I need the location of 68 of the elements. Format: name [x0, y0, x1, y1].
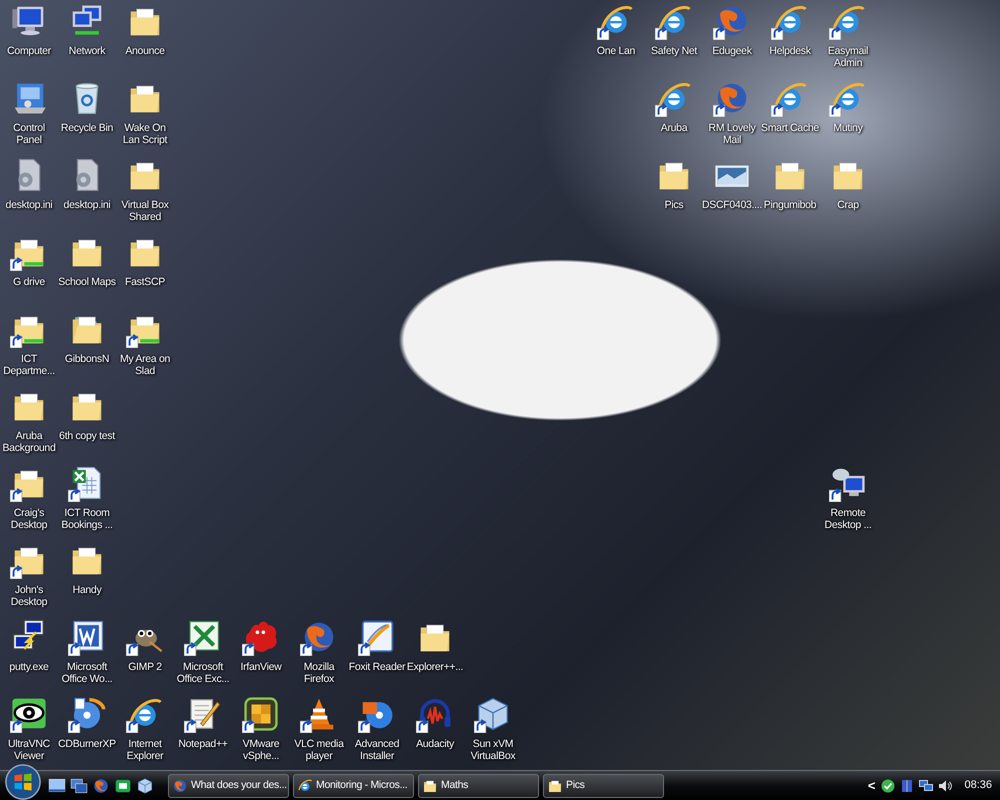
desktop-shortcut[interactable]: Microsoft Office Wo... [58, 618, 116, 685]
desktop-shortcut[interactable]: Aruba Background [0, 387, 58, 454]
desktop-shortcut[interactable]: CDBurnerXP [58, 695, 116, 750]
desktop-shortcut[interactable]: Explorer++... [406, 618, 464, 673]
internet-explorer-icon [297, 778, 313, 794]
switch-windows-icon[interactable] [70, 776, 88, 794]
desktop-shortcut[interactable]: desktop.ini [0, 156, 58, 211]
desktop-shortcut[interactable]: Aruba [645, 79, 703, 134]
desktop-shortcut[interactable]: ICT Departme... [0, 310, 58, 377]
desktop-shortcut[interactable]: Anounce [116, 2, 174, 57]
folder-icon [422, 778, 438, 794]
firefox-icon [172, 778, 188, 794]
desktop-shortcut[interactable]: GibbonsN [58, 310, 116, 365]
desktop-shortcut[interactable]: Edugeek [703, 2, 761, 57]
desktop-shortcut[interactable]: Recycle Bin [58, 79, 116, 134]
desktop-shortcut[interactable]: Sun xVM VirtualBox [464, 695, 522, 762]
speaker-icon[interactable] [937, 778, 954, 794]
desktop-shortcut[interactable]: Internet Explorer [116, 695, 174, 762]
cube-icon[interactable] [136, 776, 154, 794]
desktop-shortcut[interactable]: One Lan [587, 2, 645, 57]
show-desktop-icon[interactable] [48, 776, 66, 794]
desktop-shortcut[interactable]: IrfanView [232, 618, 290, 673]
desktop-shortcut[interactable]: John's Desktop [0, 541, 58, 608]
desktop-shortcut[interactable]: Notepad++ [174, 695, 232, 750]
desktop-shortcut[interactable]: ICT Room Bookings ... [58, 464, 116, 531]
desktop-shortcut[interactable]: Craig's Desktop [0, 464, 58, 531]
desktop-shortcut[interactable]: Audacity [406, 695, 464, 750]
desktop-shortcut[interactable]: Safety Net [645, 2, 703, 57]
desktop-shortcut[interactable]: Network [58, 2, 116, 57]
desktop-shortcut[interactable]: desktop.ini [58, 156, 116, 211]
desktop-shortcut[interactable]: GIMP 2 [116, 618, 174, 673]
desktop-shortcut[interactable]: VMware vSphe... [232, 695, 290, 762]
shield-icon[interactable] [880, 778, 896, 794]
desktop-shortcut[interactable]: DSCF0403.... [703, 156, 761, 211]
clock[interactable]: 08:36 [964, 777, 992, 794]
desktop-shortcut[interactable]: Helpdesk [761, 2, 819, 57]
taskbar-button[interactable]: Maths [418, 774, 539, 798]
taskbar-button[interactable]: What does your des... [168, 774, 289, 798]
desktop-shortcut[interactable]: Pics [645, 156, 703, 211]
desktop-shortcut[interactable]: My Area on Slad [116, 310, 174, 377]
desktop-shortcut[interactable]: Computer [0, 2, 58, 57]
desktop-shortcut[interactable]: Control Panel [0, 79, 58, 146]
desktop-shortcut[interactable]: Microsoft Office Exc... [174, 618, 232, 685]
folder-icon [547, 778, 563, 794]
desktop-shortcut[interactable]: Pingumibob [761, 156, 819, 211]
network-icon[interactable] [918, 778, 934, 794]
desktop-shortcut[interactable]: Mozilla Firefox [290, 618, 348, 685]
desktop-shortcut[interactable]: 6th copy test [58, 387, 116, 442]
show-hidden-icons-button[interactable]: < [868, 776, 876, 796]
taskbar-button[interactable]: Monitoring - Micros... [293, 774, 414, 798]
start-button[interactable] [4, 762, 42, 800]
taskbar-button[interactable]: Pics [543, 774, 664, 798]
desktop-shortcut[interactable]: Advanced Installer [348, 695, 406, 762]
desktop-shortcut[interactable]: FastSCP [116, 233, 174, 288]
desktop-shortcut[interactable]: Easymail Admin [819, 2, 877, 69]
desktop-shortcut[interactable]: School Maps [58, 233, 116, 288]
firefox-icon[interactable] [92, 776, 110, 794]
desktop-shortcut[interactable]: Wake On Lan Script [116, 79, 174, 146]
desktop-shortcut[interactable]: Foxit Reader [348, 618, 406, 673]
desktop-shortcut[interactable]: VLC media player [290, 695, 348, 762]
desktop-shortcut[interactable]: Remote Desktop ... [819, 464, 877, 531]
desktop-shortcut[interactable]: UltraVNC Viewer [0, 695, 58, 762]
desktop-shortcut[interactable]: Handy [58, 541, 116, 596]
desktop-shortcut[interactable]: putty.exe [0, 618, 58, 673]
desktop-shortcut[interactable]: Virtual Box Shared [116, 156, 174, 223]
desktop-shortcut[interactable]: RM Lovely Mail [703, 79, 761, 146]
desktop-shortcut[interactable]: Crap [819, 156, 877, 211]
desktop-shortcut[interactable]: G drive [0, 233, 58, 288]
